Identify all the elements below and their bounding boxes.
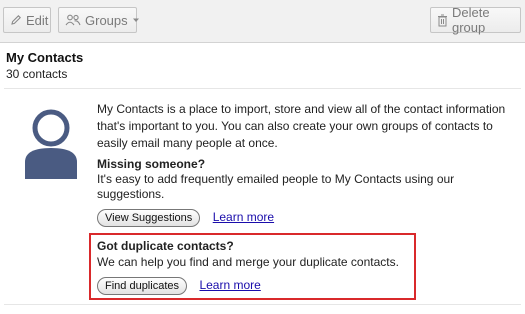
divider [4,88,521,89]
missing-section: Missing someone? It's easy to add freque… [97,157,507,202]
duplicates-actions: Find duplicates Learn more [97,276,261,295]
pencil-icon [10,14,22,26]
learn-more-link[interactable]: Learn more [213,210,274,224]
delete-group-button[interactable]: Delete group [430,5,521,35]
groups-icon [65,14,81,26]
suggestions-actions: View Suggestions Learn more [97,208,274,227]
divider [4,304,521,305]
edit-label: Edit [26,12,49,28]
contact-count: 30 contacts [6,67,68,81]
missing-text: It's easy to add frequently emailed peop… [97,172,455,201]
duplicates-title: Got duplicate contacts? [97,239,234,253]
delete-group-label: Delete group [452,5,490,35]
toolbar: Edit Groups Delete group [0,0,525,43]
missing-title: Missing someone? [97,157,206,171]
groups-button[interactable]: Groups [58,7,140,33]
learn-more-link[interactable]: Learn more [199,278,260,292]
edit-button[interactable]: Edit [3,7,51,33]
find-duplicates-button[interactable]: Find duplicates [97,277,187,295]
contacts-header: My Contacts 30 contacts [6,50,83,81]
duplicates-text: We can help you find and merge your dupl… [97,255,399,269]
intro-text: My Contacts is a place to import, store … [97,102,506,150]
trash-icon [437,14,448,27]
groups-label: Groups [85,12,128,28]
person-avatar-icon [22,108,80,182]
page-title: My Contacts [6,50,84,65]
chevron-down-icon [132,16,140,24]
duplicates-section: Got duplicate contacts? We can help you … [97,238,415,270]
view-suggestions-button[interactable]: View Suggestions [97,209,201,227]
